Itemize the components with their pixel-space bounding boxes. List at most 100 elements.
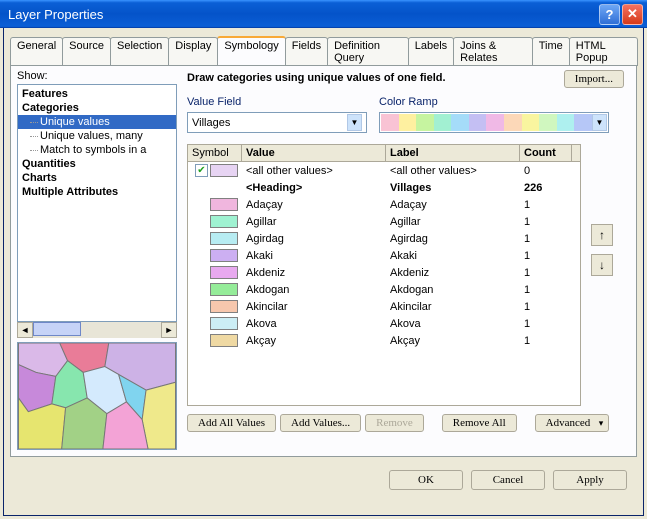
- table-row[interactable]: <Heading>Villages226: [188, 179, 580, 196]
- scroll-right-icon[interactable]: ►: [161, 322, 177, 338]
- tab-html-popup[interactable]: HTML Popup: [569, 37, 638, 66]
- ok-button[interactable]: OK: [389, 470, 463, 490]
- cancel-button[interactable]: Cancel: [471, 470, 545, 490]
- cell-count: 1: [520, 284, 572, 296]
- table-row[interactable]: ✔<all other values><all other values>0: [188, 162, 580, 179]
- value-field-value: Villages: [192, 117, 230, 129]
- cell-count: 1: [520, 335, 572, 347]
- cell-label: Akçay: [386, 335, 520, 347]
- tab-selection[interactable]: Selection: [110, 37, 169, 66]
- cell-value: Akincilar: [242, 301, 386, 313]
- cell-label: <all other values>: [386, 165, 520, 177]
- cell-value: Akçay: [242, 335, 386, 347]
- symbol-swatch[interactable]: [210, 317, 238, 330]
- cell-count: 1: [520, 267, 572, 279]
- tab-strip: GeneralSourceSelectionDisplaySymbologyFi…: [4, 28, 643, 65]
- tab-source[interactable]: Source: [62, 37, 111, 66]
- symbol-grid[interactable]: Symbol Value Label Count ✔ <all other val…: [187, 144, 581, 406]
- import-button[interactable]: Import...: [564, 70, 624, 88]
- value-field-label: Value Field: [187, 96, 241, 108]
- move-down-button[interactable]: ↓: [591, 254, 613, 276]
- tree-features[interactable]: Features: [18, 87, 176, 101]
- col-label[interactable]: Label: [386, 145, 520, 161]
- symbol-swatch[interactable]: [210, 232, 238, 245]
- tree-quantities[interactable]: Quantities: [18, 157, 176, 171]
- symbol-swatch[interactable]: [210, 334, 238, 347]
- grid-header: Symbol Value Label Count: [188, 145, 580, 162]
- tab-general[interactable]: General: [10, 37, 63, 66]
- table-row[interactable]: AkçayAkçay1: [188, 332, 580, 349]
- tab-definition-query[interactable]: Definition Query: [327, 37, 409, 66]
- cell-value: Akova: [242, 318, 386, 330]
- advanced-button[interactable]: Advanced: [535, 414, 610, 432]
- title-bar: Layer Properties ? ✕: [0, 0, 647, 28]
- cell-value: Agirdag: [242, 233, 386, 245]
- symbol-swatch[interactable]: [210, 283, 238, 296]
- scroll-left-icon[interactable]: ◄: [17, 322, 33, 338]
- tab-time[interactable]: Time: [532, 37, 570, 66]
- apply-button[interactable]: Apply: [553, 470, 627, 490]
- cell-label: Agirdag: [386, 233, 520, 245]
- symbol-swatch[interactable]: [210, 198, 238, 211]
- symbol-swatch[interactable]: [210, 249, 238, 262]
- color-ramp-preview: [381, 114, 592, 131]
- map-preview: [17, 342, 177, 450]
- cell-label: Akdogan: [386, 284, 520, 296]
- cell-label: Akova: [386, 318, 520, 330]
- close-button[interactable]: ✕: [622, 4, 643, 25]
- dropdown-arrow-icon[interactable]: ▼: [592, 114, 607, 131]
- color-ramp-label: Color Ramp: [379, 96, 438, 108]
- tree-hscrollbar[interactable]: ◄ ►: [17, 322, 177, 338]
- show-tree[interactable]: Features Categories Unique values Unique…: [17, 84, 177, 322]
- table-row[interactable]: AkdenizAkdeniz1: [188, 264, 580, 281]
- symbol-swatch[interactable]: [210, 215, 238, 228]
- col-value[interactable]: Value: [242, 145, 386, 161]
- show-label: Show:: [17, 70, 48, 82]
- tree-unique-values-many[interactable]: Unique values, many: [18, 129, 176, 143]
- symbol-swatch[interactable]: [210, 300, 238, 313]
- tree-categories[interactable]: Categories: [18, 101, 176, 115]
- scroll-thumb[interactable]: [33, 322, 81, 336]
- add-values-button[interactable]: Add Values...: [280, 414, 361, 432]
- include-checkbox[interactable]: ✔: [195, 164, 208, 177]
- remove-button: Remove: [365, 414, 424, 432]
- col-symbol[interactable]: Symbol: [188, 145, 242, 161]
- tab-display[interactable]: Display: [168, 37, 218, 66]
- move-up-button[interactable]: ↑: [591, 224, 613, 246]
- table-row[interactable]: AkincilarAkincilar1: [188, 298, 580, 315]
- cell-label: Akaki: [386, 250, 520, 262]
- symbol-swatch[interactable]: [210, 266, 238, 279]
- cell-value: Agillar: [242, 216, 386, 228]
- table-row[interactable]: AkovaAkova1: [188, 315, 580, 332]
- help-button[interactable]: ?: [599, 4, 620, 25]
- cell-count: 226: [520, 182, 572, 194]
- cell-label: Akincilar: [386, 301, 520, 313]
- symbol-swatch[interactable]: [210, 164, 238, 177]
- tab-symbology[interactable]: Symbology: [217, 36, 285, 65]
- col-count[interactable]: Count: [520, 145, 572, 161]
- table-row[interactable]: AkakiAkaki1: [188, 247, 580, 264]
- method-description: Draw categories using unique values of o…: [187, 72, 446, 84]
- tree-multiple-attributes[interactable]: Multiple Attributes: [18, 185, 176, 199]
- value-field-select[interactable]: Villages ▼: [187, 112, 367, 133]
- cell-value: <Heading>: [242, 182, 386, 194]
- table-row[interactable]: AdaçayAdaçay1: [188, 196, 580, 213]
- cell-label: Akdeniz: [386, 267, 520, 279]
- table-row[interactable]: AgillarAgillar1: [188, 213, 580, 230]
- tab-joins-relates[interactable]: Joins & Relates: [453, 37, 533, 66]
- remove-all-button[interactable]: Remove All: [442, 414, 517, 432]
- tab-fields[interactable]: Fields: [285, 37, 328, 66]
- tab-labels[interactable]: Labels: [408, 37, 454, 66]
- tree-charts[interactable]: Charts: [18, 171, 176, 185]
- add-all-values-button[interactable]: Add All Values: [187, 414, 276, 432]
- cell-value: Akaki: [242, 250, 386, 262]
- dropdown-arrow-icon[interactable]: ▼: [347, 114, 362, 131]
- table-row[interactable]: AkdoganAkdogan1: [188, 281, 580, 298]
- tree-unique-values[interactable]: Unique values: [18, 115, 176, 129]
- cell-count: 1: [520, 233, 572, 245]
- color-ramp-select[interactable]: ▼: [379, 112, 609, 133]
- cell-value: <all other values>: [242, 165, 386, 177]
- tree-match-symbols[interactable]: Match to symbols in a: [18, 143, 176, 157]
- cell-count: 1: [520, 216, 572, 228]
- table-row[interactable]: AgirdagAgirdag1: [188, 230, 580, 247]
